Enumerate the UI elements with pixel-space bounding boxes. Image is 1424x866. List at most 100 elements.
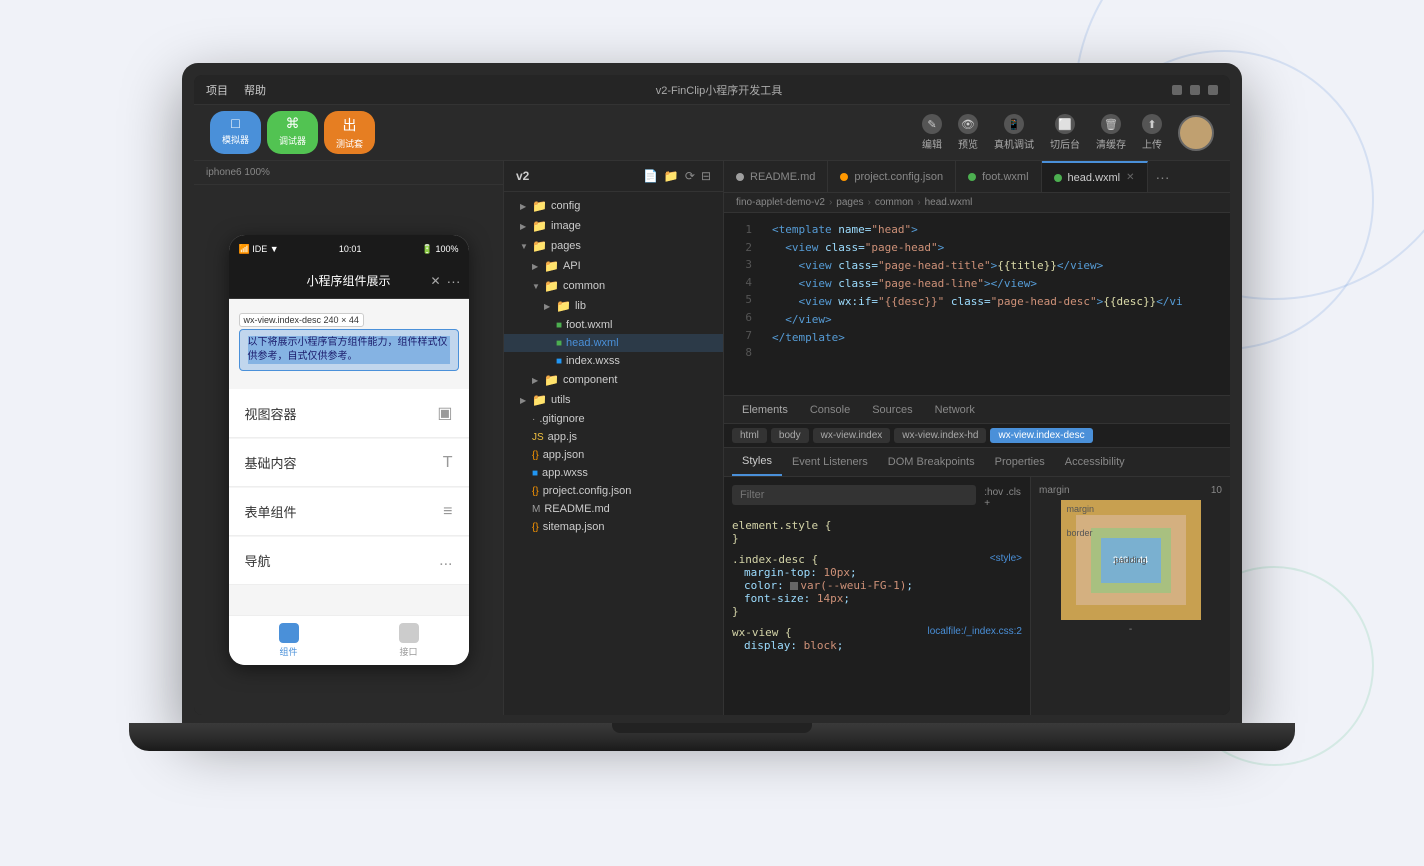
css-source-link[interactable]: localfile:/_index.css:2 [928,626,1023,639]
tab-interface[interactable]: 接口 [399,623,419,658]
tab-components[interactable]: 组件 [279,623,299,658]
list-item[interactable]: 基础内容 T [229,439,469,487]
phone-nav-close[interactable]: ✕ [430,274,440,288]
action-backend[interactable]: ⬜ 切后台 [1050,114,1080,151]
wxml-file-icon: ■ [556,320,562,331]
action-device[interactable]: 📱 真机调试 [994,114,1034,151]
close-button[interactable] [1208,85,1218,95]
css-selector: wx-view { [732,626,792,639]
minimize-button[interactable] [1172,85,1182,95]
code-line-5: <view wx:if="{{desc}}" class="page-head-… [772,293,1218,311]
css-prop-color: color: var(--weui-FG-1); [732,579,1022,592]
tree-item-gitignore[interactable]: ▶ · .gitignore [504,410,723,428]
dom-tag-body[interactable]: body [771,428,809,443]
tab-head-wxml[interactable]: head.wxml ✕ [1042,161,1148,193]
debugger-tab-network[interactable]: Network [925,396,985,424]
tree-item-readme[interactable]: ▶ M README.md [504,500,723,518]
breadcrumb-item-0: fino-applet-demo-v2 [736,197,825,208]
phone-content: wx-view.index-desc 240 × 44 以下将展示小程序官方组件… [229,299,469,615]
tree-item-app-wxss[interactable]: ▶ ■ app.wxss [504,464,723,482]
tree-item-component[interactable]: ▶ 📁 component [504,370,723,390]
tree-item-app-json[interactable]: ▶ {} app.json [504,446,723,464]
breadcrumb-sep-1: › [868,197,871,208]
phone-nav-dots[interactable]: ··· [447,273,461,289]
css-selector: .index-desc { [732,553,818,566]
tree-item-config[interactable]: ▶ 📁 config [504,196,723,216]
collapse-icon[interactable]: ⊟ [701,169,711,183]
css-source[interactable]: <style> [990,553,1022,566]
menu-item-help[interactable]: 帮助 [244,82,266,98]
debugger-content: html body wx-view.index wx-view.index-hd… [724,424,1230,715]
dom-tag-wx-view-index-hd[interactable]: wx-view.index-hd [894,428,986,443]
tree-item-name: foot.wxml [566,319,612,331]
tree-item-image[interactable]: ▶ 📁 image [504,216,723,236]
maximize-button[interactable] [1190,85,1200,95]
tab-foot-wxml[interactable]: foot.wxml [956,161,1041,193]
tree-item-app-js[interactable]: ▶ JS app.js [504,428,723,446]
tree-item-sitemap[interactable]: ▶ {} sitemap.json [504,518,723,536]
readme-tab-label: README.md [750,171,815,183]
phone-battery: 🔋 100% [422,244,459,255]
tab-project-config[interactable]: project.config.json [828,161,956,193]
foot-wxml-tab-label: foot.wxml [982,171,1028,183]
action-edit[interactable]: ✎ 编辑 [922,114,942,151]
dom-tag-wx-view-index-desc[interactable]: wx-view.index-desc [990,428,1092,443]
wxss-file-icon: ■ [532,468,538,479]
accessibility-tab[interactable]: Accessibility [1055,448,1135,476]
code-line-7: </template> [772,329,1218,347]
upload-icon: ⬆ [1142,114,1162,134]
list-item[interactable]: 导航 ... [229,537,469,585]
styles-tab[interactable]: Styles [732,448,782,476]
test-mode-button[interactable]: 出 测试套 [324,111,375,154]
menu-item-project[interactable]: 项目 [206,82,228,98]
test-icon: 出 [343,115,357,135]
tree-item-lib[interactable]: ▶ 📁 lib [504,296,723,316]
action-preview[interactable]: 👁 预览 [958,114,978,151]
code-editor[interactable]: 1 2 3 4 5 6 7 8 <template name="head"> <… [724,213,1230,395]
debugger-tab-console[interactable]: Console [800,396,860,424]
phone-nav-bar: 小程序组件展示 ··· ✕ [229,263,469,299]
styles-filter-input[interactable] [732,485,976,505]
box-border: border padding 240 × 44 [1076,515,1186,605]
edit-icon: ✎ [922,114,942,134]
filetree-panel: v2 📄 📁 ⟳ ⊟ ▶ 📁 config [504,161,724,715]
tree-item-project-config[interactable]: ▶ {} project.config.json [504,482,723,500]
tree-item-common[interactable]: ▼ 📁 common [504,276,723,296]
device-name: iphone6 [206,167,242,178]
tab-readme[interactable]: README.md [724,161,828,193]
list-item[interactable]: 表单组件 ≡ [229,488,469,536]
code-content[interactable]: <template name="head"> <view class="page… [760,213,1230,395]
tab-close-icon[interactable]: ✕ [1126,172,1134,183]
dom-tag-wx-view-index[interactable]: wx-view.index [813,428,891,443]
tree-item-utils[interactable]: ▶ 📁 utils [504,390,723,410]
cache-label: 清缓存 [1096,136,1126,151]
list-item[interactable]: 视图容器 ▣ [229,389,469,438]
simulate-mode-button[interactable]: □ 模拟器 [210,111,261,154]
dom-breakpoints-tab[interactable]: DOM Breakpoints [878,448,985,476]
arrow-icon: ▶ [520,222,528,231]
app-titlebar: 项目 帮助 v2-FinClip小程序开发工具 [194,75,1230,105]
debugger-tab-elements[interactable]: Elements [732,396,798,424]
tree-item-index-wxss[interactable]: ▶ ■ index.wxss [504,352,723,370]
event-listeners-tab[interactable]: Event Listeners [782,448,878,476]
debug-mode-button[interactable]: ⌘ 调试器 [267,111,318,154]
new-folder-icon[interactable]: 📁 [664,169,679,183]
refresh-icon[interactable]: ⟳ [685,169,695,183]
tree-item-pages[interactable]: ▼ 📁 pages [504,236,723,256]
dom-element-tags: html body wx-view.index wx-view.index-hd… [724,424,1230,448]
tree-item-name: app.json [543,449,585,461]
tree-item-head-wxml[interactable]: ▶ ■ head.wxml [504,334,723,352]
dom-tag-html[interactable]: html [732,428,767,443]
properties-tab[interactable]: Properties [985,448,1055,476]
action-cache[interactable]: 🗑 清缓存 [1096,114,1126,151]
new-file-icon[interactable]: 📄 [643,169,658,183]
debugger-tab-sources[interactable]: Sources [862,396,922,424]
action-upload[interactable]: ⬆ 上传 [1142,114,1162,151]
more-tabs-icon[interactable]: ··· [1148,169,1178,185]
folder-icon: 📁 [532,219,547,233]
tree-item-api[interactable]: ▶ 📁 API [504,256,723,276]
tree-item-foot-wxml[interactable]: ▶ ■ foot.wxml [504,316,723,334]
toolbar-actions: ✎ 编辑 👁 预览 📱 真机调试 ⬜ 切后台 [922,114,1214,151]
user-avatar[interactable] [1178,115,1214,151]
tab-interface-label: 接口 [399,645,417,658]
